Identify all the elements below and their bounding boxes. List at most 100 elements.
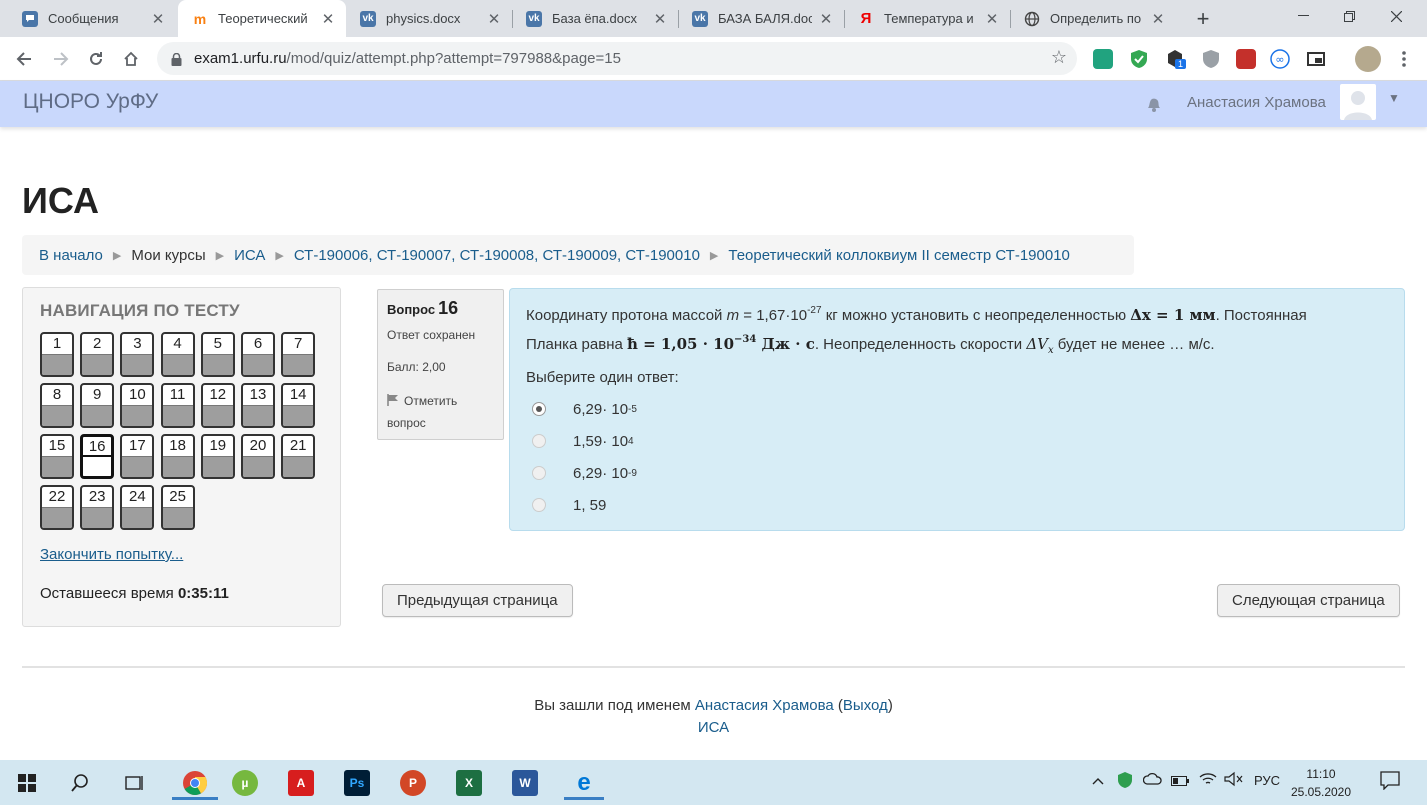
home-icon[interactable] (119, 47, 143, 71)
browser-tab[interactable]: vk physics.docx ✕ (346, 0, 512, 37)
close-icon[interactable]: ✕ (652, 10, 668, 28)
cube-extension-icon[interactable]: 1 (1165, 49, 1187, 69)
browser-tab[interactable]: vk БАЗА БАЛЯ.doc ✕ (678, 0, 844, 37)
quiz-nav-button[interactable]: 14 (281, 383, 316, 428)
bookmark-star-icon[interactable]: ☆ (1051, 47, 1067, 68)
quiz-nav-button[interactable]: 6 (241, 332, 275, 377)
close-icon[interactable]: ✕ (818, 10, 834, 28)
new-tab-button[interactable]: + (1191, 6, 1215, 32)
quiz-nav-button[interactable]: 22 (40, 485, 74, 530)
quiz-nav-button[interactable]: 25 (160, 485, 195, 530)
browser-tab[interactable]: Я Температура и ✕ (844, 0, 1010, 37)
minimize-icon[interactable] (1280, 0, 1326, 32)
quiz-nav-button[interactable]: 23 (80, 485, 115, 530)
notifications-icon[interactable] (1380, 770, 1400, 793)
chrome-taskbar-icon[interactable] (172, 766, 218, 800)
photoshop-taskbar-icon[interactable]: Ps (340, 766, 374, 800)
user-menu-name[interactable]: Анастасия Храмова (1187, 94, 1326, 111)
close-icon[interactable]: ✕ (320, 10, 336, 28)
quiz-nav-button[interactable]: 20 (241, 434, 275, 479)
onedrive-cloud-icon[interactable] (1142, 772, 1163, 789)
next-page-button[interactable]: Следующая страница (1217, 584, 1400, 617)
browser-menu-icon[interactable] (1392, 47, 1416, 71)
radio-unchecked-icon[interactable] (532, 466, 546, 480)
reload-icon[interactable] (84, 47, 108, 71)
search-icon[interactable] (63, 766, 97, 800)
chevron-up-icon[interactable] (1092, 773, 1104, 788)
breadcrumb-quiz[interactable]: Теоретический коллоквиум II семестр СТ-1… (728, 247, 1070, 264)
quiz-nav-button[interactable]: 13 (241, 383, 275, 428)
quiz-nav-button[interactable]: 10 (120, 383, 155, 428)
restore-icon[interactable] (1326, 0, 1372, 32)
quiz-nav-button[interactable]: 1 (40, 332, 74, 377)
avatar[interactable] (1340, 84, 1376, 120)
close-icon[interactable]: ✕ (1150, 10, 1166, 28)
breadcrumb-course[interactable]: ИСА (234, 247, 265, 264)
shield-extension-icon[interactable] (1201, 49, 1221, 69)
flag-question-button[interactable]: Отметить вопрос (387, 390, 497, 434)
grammarly-extension-icon[interactable] (1093, 49, 1113, 69)
quiz-nav-button[interactable]: 16 (80, 434, 115, 479)
word-taskbar-icon[interactable]: W (508, 766, 542, 800)
quiz-nav-button[interactable]: 7 (281, 332, 316, 377)
input-language[interactable]: РУС (1254, 773, 1280, 788)
window-close-icon[interactable] (1373, 0, 1419, 32)
quiz-nav-button[interactable]: 15 (40, 434, 74, 479)
radio-checked-icon[interactable] (532, 402, 546, 416)
wifi-icon[interactable] (1199, 771, 1217, 790)
answer-option[interactable]: 6,29· 10 -9 (532, 457, 637, 489)
footer-home-link[interactable]: ИСА (698, 719, 729, 736)
finish-attempt-link[interactable]: Закончить попытку... (40, 546, 183, 563)
forward-icon[interactable] (49, 47, 73, 71)
radio-unchecked-icon[interactable] (532, 498, 546, 512)
breadcrumb-home[interactable]: В начало (39, 247, 103, 264)
browser-tab[interactable]: vk База ёпа.docx ✕ (512, 0, 678, 37)
previous-page-button[interactable]: Предыдущая страница (382, 584, 573, 617)
answer-option[interactable]: 1, 59 (532, 489, 637, 521)
quiz-nav-button[interactable]: 5 (200, 332, 235, 377)
chevron-down-icon[interactable]: ▼ (1388, 91, 1400, 105)
quiz-nav-button[interactable]: 11 (160, 383, 195, 428)
back-icon[interactable] (12, 47, 36, 71)
picture-in-picture-icon[interactable] (1306, 49, 1326, 69)
address-bar[interactable]: exam1.urfu.ru/mod/quiz/attempt.php?attem… (157, 42, 1077, 75)
close-icon[interactable]: ✕ (984, 10, 1000, 28)
close-icon[interactable]: ✕ (486, 10, 502, 28)
edge-taskbar-icon[interactable]: e (564, 766, 604, 800)
logout-link[interactable]: Выход (843, 697, 888, 714)
browser-tab[interactable]: Определить по ✕ (1010, 0, 1176, 37)
infinity-extension-icon[interactable]: ∞ (1270, 49, 1290, 69)
windows-start-icon[interactable] (10, 766, 44, 800)
answer-option[interactable]: 1,59· 10 4 (532, 425, 637, 457)
powerpoint-taskbar-icon[interactable]: P (396, 766, 430, 800)
quiz-nav-button[interactable]: 2 (80, 332, 115, 377)
battery-icon[interactable] (1171, 774, 1189, 789)
defender-shield-icon[interactable] (1117, 771, 1133, 792)
shield-check-extension-icon[interactable] (1129, 49, 1149, 69)
quiz-nav-button[interactable]: 12 (200, 383, 235, 428)
quiz-nav-button[interactable]: 18 (160, 434, 195, 479)
acrobat-extension-icon[interactable] (1236, 49, 1256, 69)
quiz-nav-button[interactable]: 21 (281, 434, 316, 479)
excel-taskbar-icon[interactable]: X (452, 766, 486, 800)
browser-tab[interactable]: Сообщения ✕ (8, 0, 176, 37)
close-icon[interactable]: ✕ (150, 10, 166, 28)
quiz-nav-button[interactable]: 3 (120, 332, 155, 377)
quiz-nav-button[interactable]: 4 (160, 332, 195, 377)
radio-unchecked-icon[interactable] (532, 434, 546, 448)
answer-option[interactable]: 6,29· 10 -5 (532, 393, 637, 425)
quiz-nav-button[interactable]: 8 (40, 383, 74, 428)
task-view-icon[interactable] (117, 766, 151, 800)
quiz-nav-button[interactable]: 24 (120, 485, 155, 530)
quiz-nav-button[interactable]: 19 (200, 434, 235, 479)
quiz-nav-button[interactable]: 9 (80, 383, 115, 428)
acrobat-taskbar-icon[interactable]: A (284, 766, 318, 800)
footer-user-link[interactable]: Анастасия Храмова (695, 697, 834, 714)
speaker-muted-icon[interactable] (1224, 771, 1244, 790)
utorrent-taskbar-icon[interactable]: µ (228, 766, 262, 800)
browser-tab-active[interactable]: m Теоретический ✕ (178, 0, 346, 37)
notification-bell-icon[interactable] (1144, 94, 1164, 114)
quiz-nav-button[interactable]: 17 (120, 434, 155, 479)
profile-avatar-icon[interactable] (1355, 46, 1381, 72)
breadcrumb-group[interactable]: СТ-190006, СТ-190007, СТ-190008, СТ-1900… (294, 247, 700, 264)
